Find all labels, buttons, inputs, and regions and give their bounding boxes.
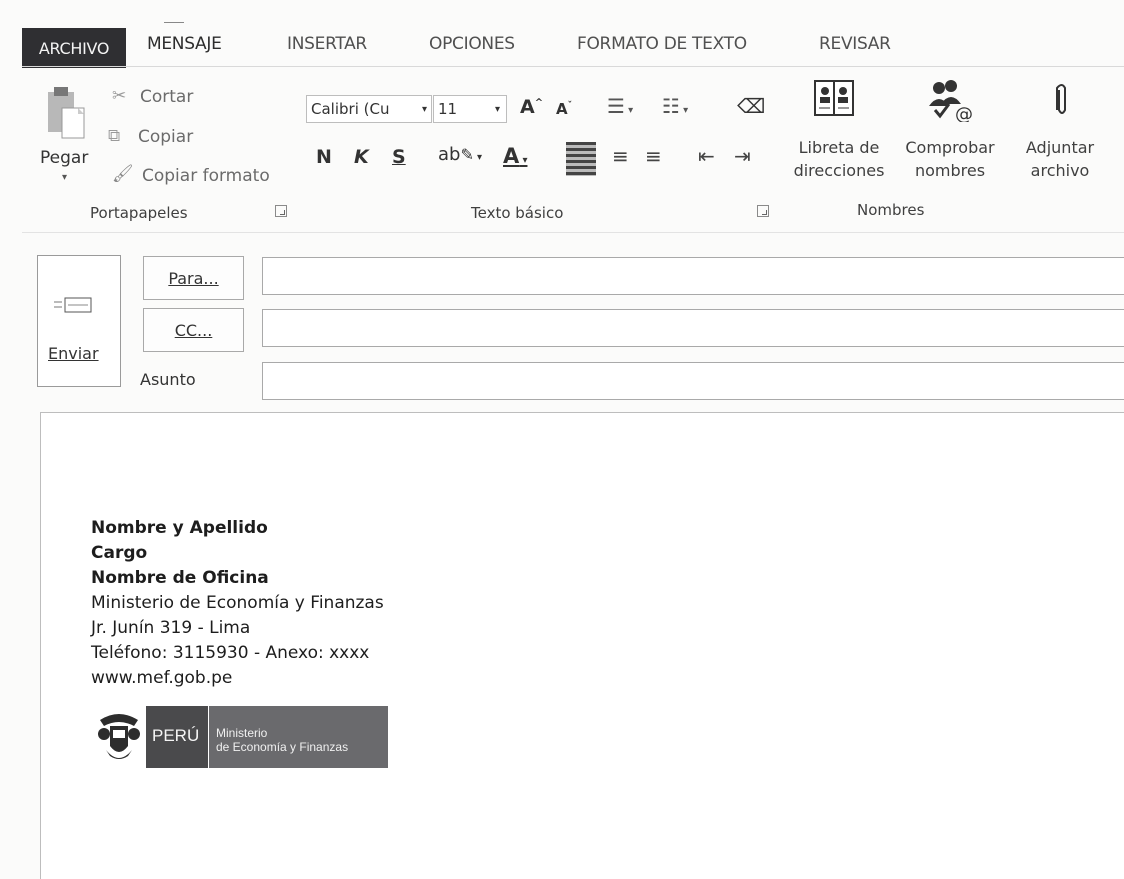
send-button[interactable]: Enviar bbox=[37, 255, 121, 387]
bold-button[interactable]: N bbox=[316, 146, 332, 168]
subject-label: Asunto bbox=[140, 370, 196, 389]
numbering-icon[interactable]: ☷ ▾ bbox=[662, 94, 688, 118]
attach-file-label: Adjuntar archivo bbox=[1012, 136, 1108, 182]
signature-phone: Teléfono: 3115930 - Anexo: xxxx bbox=[91, 643, 370, 663]
cut-label: Cortar bbox=[140, 87, 194, 107]
format-painter-label: Copiar formato bbox=[142, 166, 270, 186]
quick-access-mark bbox=[164, 22, 184, 23]
clipboard-launcher-icon[interactable] bbox=[275, 205, 287, 217]
logo-ministry-line2: de Economía y Finanzas bbox=[216, 740, 349, 754]
coat-of-arms-icon bbox=[96, 710, 142, 768]
check-names-label-line2: nombres bbox=[914, 161, 986, 180]
tab-revisar[interactable]: REVISAR bbox=[819, 34, 891, 54]
ribbon-bottom-border bbox=[22, 232, 1124, 233]
address-book-label-line1: Libreta de bbox=[798, 138, 880, 157]
tab-archivo[interactable]: ARCHIVO bbox=[22, 28, 126, 68]
check-names-button[interactable]: @ Comprobar nombres bbox=[895, 78, 1005, 190]
shrink-font-icon[interactable]: Aˇ bbox=[556, 100, 572, 118]
address-book-label-line2: direcciones bbox=[793, 161, 885, 180]
svg-text:@: @ bbox=[955, 104, 973, 122]
highlight-icon[interactable]: ab✎ ▾ bbox=[438, 144, 482, 165]
clipboard-group-label: Portapapeles bbox=[90, 204, 188, 222]
signature-name: Nombre y Apellido bbox=[91, 518, 268, 538]
increase-indent-icon[interactable]: ⇥ bbox=[734, 144, 751, 168]
copy-label: Copiar bbox=[138, 127, 194, 147]
copy-button[interactable]: ⧉ Copiar bbox=[108, 126, 208, 152]
paste-button[interactable]: Pegar ▾ bbox=[38, 82, 98, 192]
attach-file-label-line1: Adjuntar bbox=[1025, 138, 1095, 157]
ribbon-divider bbox=[22, 66, 1124, 67]
font-name-value: Calibri (Cu bbox=[311, 100, 390, 118]
cc-button[interactable]: CC... bbox=[143, 308, 244, 352]
address-book-button[interactable]: Libreta de direcciones bbox=[784, 78, 894, 190]
check-names-label-line1: Comprobar bbox=[905, 138, 995, 157]
logo-ministry-line1: Ministerio bbox=[216, 726, 268, 740]
scissors-icon: ✂ bbox=[112, 86, 127, 106]
italic-button[interactable]: K bbox=[354, 146, 369, 168]
tab-mensaje[interactable]: MENSAJE bbox=[147, 34, 222, 54]
font-name-dropdown-icon: ▾ bbox=[421, 103, 427, 115]
align-right-icon[interactable]: ≡ bbox=[645, 144, 662, 168]
address-book-icon bbox=[814, 80, 854, 120]
paperclip-icon bbox=[1054, 82, 1070, 122]
align-center-icon[interactable]: ≡ bbox=[612, 144, 629, 168]
signature-ministry: Ministerio de Economía y Finanzas bbox=[91, 593, 384, 613]
font-size-value: 11 bbox=[438, 100, 458, 118]
underline-button[interactable]: S bbox=[392, 146, 406, 168]
to-button[interactable]: Para... bbox=[143, 256, 244, 300]
to-field[interactable] bbox=[262, 257, 1124, 295]
format-painter-icon: 🖌 bbox=[112, 164, 134, 184]
clear-formatting-icon[interactable]: ⌫ bbox=[737, 94, 765, 118]
check-names-icon: @ bbox=[927, 80, 975, 126]
envelope-send-icon bbox=[54, 296, 94, 318]
font-size-combo[interactable]: 11 ▾ bbox=[433, 95, 507, 123]
copy-icon: ⧉ bbox=[108, 126, 121, 146]
signature-office: Nombre de Oficina bbox=[91, 568, 269, 588]
font-size-dropdown-icon: ▾ bbox=[494, 103, 500, 115]
paste-dropdown-icon: ▾ bbox=[62, 172, 68, 183]
check-names-label: Comprobar nombres bbox=[895, 136, 1005, 182]
basic-text-launcher-icon[interactable] bbox=[757, 205, 769, 217]
clipboard-paste-icon bbox=[44, 84, 86, 146]
ministry-logo: PERÚ Ministerio de Economía y Finanzas bbox=[94, 706, 388, 768]
tab-formato-de-texto[interactable]: FORMATO DE TEXTO bbox=[577, 34, 747, 54]
signature-website: www.mef.gob.pe bbox=[91, 668, 233, 688]
grow-font-icon[interactable]: A^ bbox=[520, 96, 543, 118]
logo-country-text: PERÚ bbox=[152, 726, 200, 745]
font-color-icon[interactable]: A ▾ bbox=[503, 144, 527, 168]
cc-button-label: CC... bbox=[174, 320, 213, 340]
decrease-indent-icon[interactable]: ⇤ bbox=[698, 144, 715, 168]
attach-file-label-line2: archivo bbox=[1030, 161, 1090, 180]
paste-label: Pegar bbox=[40, 148, 89, 168]
signature-address: Jr. Junín 319 - Lima bbox=[91, 618, 251, 638]
address-book-label: Libreta de direcciones bbox=[784, 136, 894, 182]
basic-text-group-label: Texto básico bbox=[471, 204, 564, 222]
bullets-icon[interactable]: ☰ ▾ bbox=[607, 94, 633, 118]
cc-field[interactable] bbox=[262, 309, 1124, 347]
send-label: Enviar bbox=[48, 344, 99, 363]
font-name-combo[interactable]: Calibri (Cu ▾ bbox=[306, 95, 432, 123]
subject-field[interactable] bbox=[262, 362, 1124, 400]
cut-button[interactable]: ✂ Cortar bbox=[112, 86, 212, 112]
signature-position: Cargo bbox=[91, 543, 148, 563]
attach-file-button[interactable]: Adjuntar archivo bbox=[1012, 78, 1112, 190]
tab-opciones[interactable]: OPCIONES bbox=[429, 34, 515, 54]
align-left-icon[interactable] bbox=[566, 142, 596, 176]
names-group-label: Nombres bbox=[857, 201, 925, 219]
tab-archivo-label: ARCHIVO bbox=[38, 38, 110, 58]
format-painter-button[interactable]: 🖌 Copiar formato bbox=[112, 164, 282, 191]
tab-insertar[interactable]: INSERTAR bbox=[287, 34, 367, 54]
to-button-label: Para... bbox=[168, 268, 219, 288]
